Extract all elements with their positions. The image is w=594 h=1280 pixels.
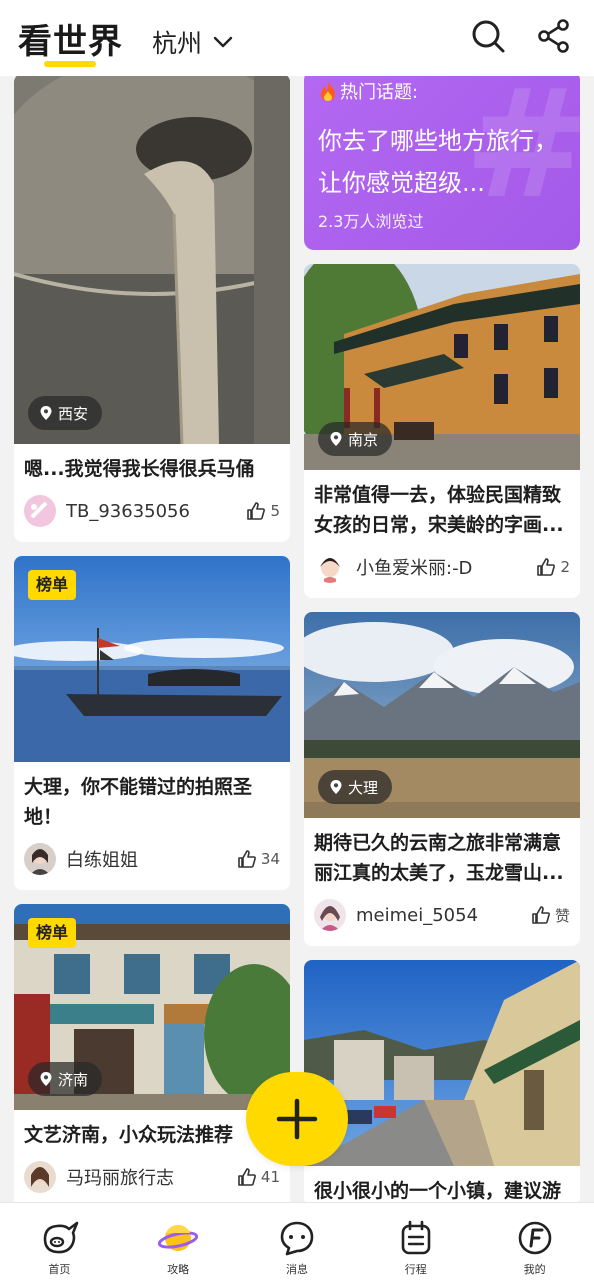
location-label: 西安: [58, 404, 89, 423]
location-label: 南京: [348, 430, 379, 449]
author-name[interactable]: 马玛丽旅行志: [66, 1164, 237, 1190]
location-tag: 济南: [28, 1062, 103, 1096]
hot-topic-views: 2.3万人浏览过: [318, 212, 424, 231]
hot-topic-card[interactable]: # 热门话题: 你去了哪些地方旅行，让你感觉超级... 2.3万人浏览过: [304, 76, 580, 250]
location-pin-icon: [330, 780, 342, 794]
post-image: 大理: [304, 612, 580, 818]
location-tag: 南京: [318, 422, 393, 456]
location-tag: 大理: [318, 770, 393, 804]
author-name[interactable]: 白练姐姐: [66, 846, 237, 872]
ranking-badge: 榜单: [28, 570, 77, 600]
hot-topic-label: 热门话题:: [318, 78, 418, 104]
post-footer: meimei_5054 赞: [304, 888, 580, 946]
post-title: 期待已久的云南之旅非常满意丽江真的太美了，玉龙雪山...: [314, 832, 564, 884]
post-title: 很小很小的一个小镇，建议游: [314, 1180, 562, 1202]
avatar[interactable]: [314, 899, 346, 931]
location-label: 济南: [58, 1070, 89, 1089]
like-button[interactable]: 赞: [531, 905, 570, 926]
post-footer: 马玛丽旅行志 41: [14, 1150, 290, 1202]
location-label: 大理: [348, 778, 379, 797]
city-label: 杭州: [152, 29, 203, 58]
tab-home[interactable]: 首页: [0, 1203, 119, 1280]
fire-icon: [321, 81, 335, 101]
like-button[interactable]: 34: [237, 849, 280, 869]
like-button[interactable]: 2: [536, 557, 570, 577]
location-pin-icon: [40, 1072, 52, 1086]
post-image: 西安: [14, 76, 290, 444]
post-image: 榜单 济南: [14, 904, 290, 1110]
title-underline: [44, 61, 96, 67]
feed-column-right: # 热门话题: 你去了哪些地方旅行，让你感觉超级... 2.3万人浏览过 南京 …: [304, 76, 580, 1202]
like-count: 34: [260, 850, 280, 868]
avatar[interactable]: [24, 495, 56, 527]
location-pin-icon: [40, 406, 52, 420]
thumbs-up-icon: [247, 502, 266, 520]
tab-profile[interactable]: 我的: [475, 1203, 594, 1280]
avatar[interactable]: [24, 843, 56, 875]
thumbs-up-icon: [238, 850, 256, 868]
post-card[interactable]: 榜单 济南 文艺济南，小众玩法推荐 马玛丽旅行志 41: [14, 904, 290, 1202]
post-footer: TB_93635056 5: [14, 484, 290, 542]
page-title[interactable]: 看世界: [18, 14, 123, 63]
tab-label: 消息: [285, 1263, 308, 1276]
location-tag: 西安: [28, 396, 103, 430]
post-image: 榜单: [14, 556, 290, 762]
post-title: 非常值得一去，体验民国精致女孩的日常，宋美龄的字画...: [314, 484, 564, 536]
ranking-badge: 榜单: [28, 918, 77, 948]
profile-icon: [518, 1221, 551, 1255]
chevron-down-icon: [213, 36, 233, 48]
planet-icon: [158, 1225, 199, 1251]
search-icon[interactable]: [470, 18, 506, 54]
tab-messages[interactable]: 消息: [238, 1203, 357, 1280]
author-name[interactable]: meimei_5054: [356, 905, 531, 926]
itinerary-icon: [401, 1220, 431, 1255]
feed-column-left: 西安 嗯...我觉得我长得很兵马俑 TB_93635056 5 榜单 大理，你不…: [14, 76, 290, 1202]
post-card[interactable]: 南京 非常值得一去，体验民国精致女孩的日常，宋美龄的字画... 小鱼爱米丽:-D…: [304, 264, 580, 598]
thumbs-up-icon: [238, 1168, 256, 1186]
post-image: [304, 960, 580, 1166]
like-count: 41: [260, 1168, 280, 1186]
like-count: 5: [270, 502, 280, 520]
post-card[interactable]: 榜单 大理，你不能错过的拍照圣地！ 白练姐姐 34: [14, 556, 290, 890]
share-icon[interactable]: [536, 18, 572, 54]
feed[interactable]: 西安 嗯...我觉得我长得很兵马俑 TB_93635056 5 榜单 大理，你不…: [0, 76, 594, 1202]
tab-guide[interactable]: 攻略: [119, 1203, 238, 1280]
avatar[interactable]: [24, 1161, 56, 1193]
thumbs-up-icon: [537, 558, 556, 576]
avatar[interactable]: [314, 551, 346, 583]
tab-itinerary[interactable]: 行程: [356, 1203, 475, 1280]
bottom-tab-bar: 首页 攻略 消息 行程 我的: [0, 1202, 594, 1280]
create-post-button[interactable]: [246, 1072, 348, 1166]
like-button[interactable]: 41: [237, 1167, 280, 1187]
post-title: 嗯...我觉得我长得很兵马俑: [24, 458, 255, 480]
like-count: 赞: [554, 906, 570, 925]
post-title: 大理，你不能错过的拍照圣地！: [24, 776, 253, 828]
message-icon: [280, 1221, 314, 1256]
tab-label: 我的: [523, 1263, 546, 1276]
hot-topic-text: 你去了哪些地方旅行，让你感觉超级...: [318, 127, 558, 197]
post-card[interactable]: 西安 嗯...我觉得我长得很兵马俑 TB_93635056 5: [14, 76, 290, 542]
tab-label: 行程: [404, 1263, 427, 1276]
author-name[interactable]: TB_93635056: [66, 501, 246, 522]
post-image: 南京: [304, 264, 580, 470]
location-pin-icon: [330, 432, 342, 446]
home-pig-icon: [44, 1221, 79, 1254]
tab-label: 攻略: [167, 1263, 190, 1276]
post-card[interactable]: 很小很小的一个小镇，建议游: [304, 960, 580, 1202]
post-footer: 小鱼爱米丽:-D 2: [304, 540, 580, 598]
post-card[interactable]: 大理 期待已久的云南之旅非常满意丽江真的太美了，玉龙雪山... meimei_5…: [304, 612, 580, 946]
tab-label: 首页: [48, 1263, 71, 1276]
author-name[interactable]: 小鱼爱米丽:-D: [356, 554, 536, 580]
like-button[interactable]: 5: [246, 501, 280, 521]
top-bar: 看世界 杭州: [0, 0, 594, 76]
plus-icon: [276, 1098, 318, 1140]
thumbs-up-icon: [532, 906, 550, 924]
post-footer: 白练姐姐 34: [14, 832, 290, 890]
like-count: 2: [560, 558, 570, 576]
city-selector[interactable]: 杭州: [152, 24, 234, 60]
